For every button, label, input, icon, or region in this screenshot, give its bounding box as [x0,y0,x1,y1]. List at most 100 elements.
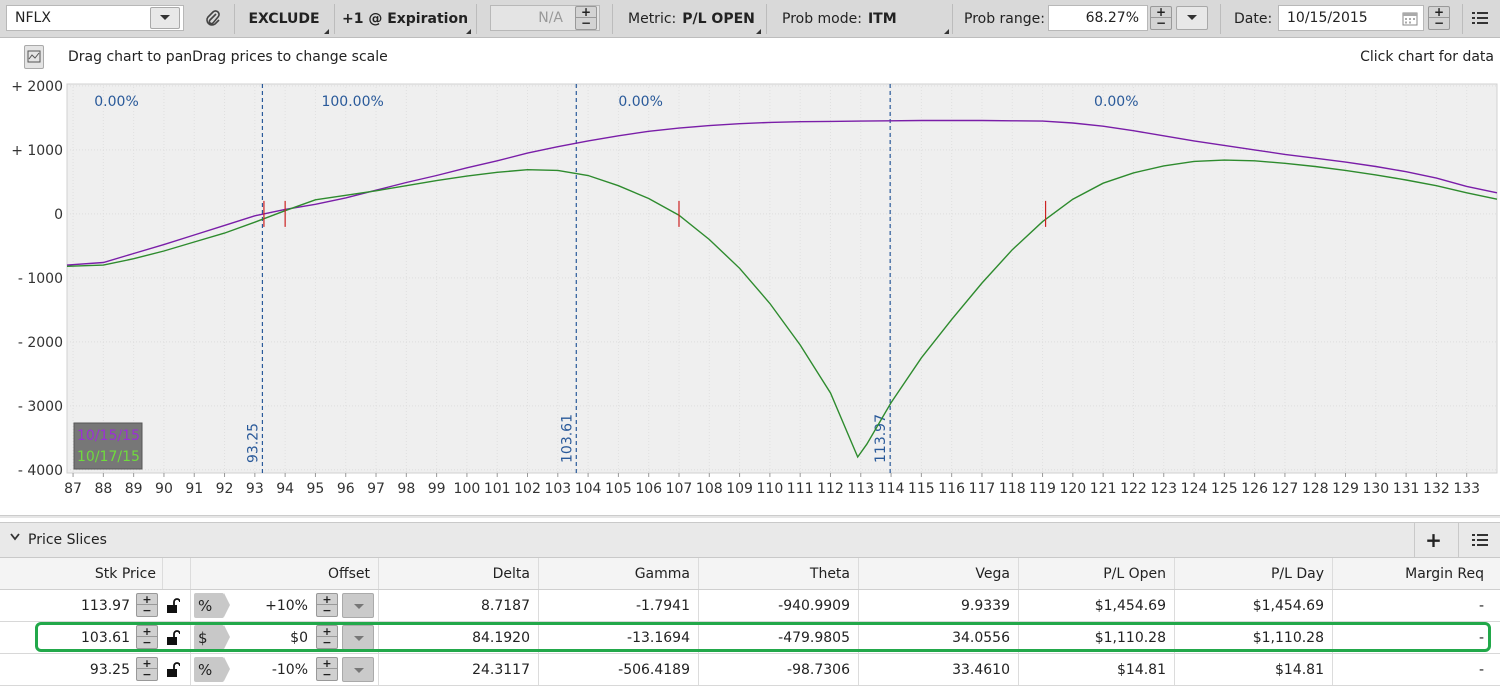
minus-icon[interactable]: − [137,637,157,648]
minus-icon[interactable]: − [317,605,337,616]
x-tick-label: 99 [428,481,446,497]
margin-req-cell: - [1478,597,1484,614]
minus-icon[interactable]: − [317,669,337,680]
symbol-dropdown-button[interactable] [150,7,180,29]
col-pl-day[interactable]: P/L Day [1174,558,1332,589]
metric-selector[interactable]: Metric: P/L OPEN [614,0,764,37]
delta-cell: 84.1920 [472,629,530,646]
stk-price-stepper[interactable]: + − [136,657,158,681]
theta-cell: -479.9805 [778,629,850,646]
slices-menu-button[interactable] [1458,523,1500,557]
x-tick-label: 130 [1362,481,1389,497]
table-row[interactable]: 93.25 + − % -10% + − 24.3117 -506.4189 -98… [0,654,1500,686]
collapse-chevron-icon[interactable] [10,533,20,544]
margin-req-cell: - [1478,629,1484,646]
minus-icon[interactable]: − [576,17,596,29]
chart-hint-right[interactable]: Click chart for data [1360,49,1494,65]
menu-icon [1471,534,1488,546]
chart-icon [27,50,41,63]
stk-price-cell[interactable]: 93.25 [0,654,138,685]
chart-divider[interactable] [0,515,1500,518]
offset-dropdown-button[interactable] [342,657,374,682]
legend-entry: 10/17/15 [77,449,140,465]
expiration-selector[interactable]: +1 @ Expiration [336,0,474,37]
offset-cell[interactable]: $0 [224,622,316,653]
minus-icon[interactable]: − [317,637,337,648]
plot-area[interactable] [66,83,1498,474]
pl-day-cell: $1,110.28 [1252,629,1324,646]
offset-type: % [198,660,213,679]
unlock-icon[interactable] [166,630,180,646]
minus-icon[interactable]: − [137,605,157,616]
price-slices-header[interactable]: Price Slices + [0,522,1500,558]
col-vega[interactable]: Vega [858,558,1018,589]
offset-stepper[interactable]: + − [316,625,338,649]
col-delta[interactable]: Delta [378,558,538,589]
x-tick-label: 133 [1453,481,1480,497]
x-tick-label: 123 [1150,481,1177,497]
offset-stepper[interactable]: + − [316,657,338,681]
x-tick-label: 120 [1059,481,1086,497]
col-stk-price[interactable]: Stk Price [0,558,164,589]
na-stepper[interactable]: + − [575,6,597,30]
x-tick-label: 121 [1090,481,1117,497]
offset-cell[interactable]: -10% [224,654,316,685]
prob-mode-selector[interactable]: Prob mode: ITM [768,0,952,37]
pl-open-cell: $1,454.69 [1094,597,1166,614]
offset-dropdown-button[interactable] [342,593,374,618]
offset-cell[interactable]: +10% [224,590,316,621]
col-gamma[interactable]: Gamma [538,558,698,589]
exclude-button[interactable]: EXCLUDE [236,0,332,37]
col-pl-open[interactable]: P/L Open [1018,558,1174,589]
pl-open-cell: $1,110.28 [1094,629,1166,646]
menu-icon[interactable] [1472,10,1488,26]
prob-range-input[interactable]: 68.27% [1048,5,1148,31]
theta-cell: -940.9909 [778,597,850,614]
x-tick-label: 113 [847,481,874,497]
minus-icon[interactable]: − [1429,17,1449,29]
delta-cell: 24.3117 [472,661,530,678]
date-stepper[interactable]: + − [1428,6,1450,30]
col-margin-req[interactable]: Margin Req [1332,558,1492,589]
col-offset[interactable]: Offset [190,558,378,589]
chart-type-button[interactable] [24,45,44,69]
x-tick-label: 132 [1423,481,1450,497]
unlock-icon[interactable] [166,598,180,614]
x-tick-label: 122 [1120,481,1147,497]
risk-profile-chart[interactable]: 0.00% 100.00% 0.00% 0.00% 93.25 103.61 113.97… [0,78,1500,514]
col-theta[interactable]: Theta [698,558,858,589]
stk-price-cell[interactable]: 103.61 [0,622,138,653]
offset-stepper[interactable]: + − [316,593,338,617]
offset-dropdown-button[interactable] [342,625,374,650]
offset-type-button[interactable]: % [194,593,230,618]
minus-icon[interactable]: − [137,669,157,680]
link-button[interactable] [196,0,230,37]
prob-range-dropdown-button[interactable] [1176,6,1208,30]
gamma-cell: -506.4189 [618,661,690,678]
probability-zone-label: 0.00% [1094,94,1138,110]
minus-icon[interactable]: − [1151,17,1171,29]
date-label: Date: [1234,10,1273,27]
vega-cell: 34.0556 [952,629,1010,646]
prob-mode-value: ITM [867,10,897,27]
table-row[interactable]: 103.61 + − $ $0 + − 84.1920 -13.1694 -479.… [0,622,1500,654]
prob-range-stepper[interactable]: + − [1150,6,1172,30]
table-row[interactable]: 113.97 + − % +10% + − 8.7187 -1.7941 -940.… [0,590,1500,622]
x-tick-label: 117 [969,481,996,497]
x-tick-label: 112 [817,481,844,497]
stk-price-cell[interactable]: 113.97 [0,590,138,621]
y-tick-label: + 1000 [11,143,63,159]
offset-type-button[interactable]: $ [194,625,230,650]
stk-price-stepper[interactable]: + − [136,625,158,649]
x-tick-label: 108 [696,481,723,497]
x-tick-label: 98 [397,481,415,497]
prob-mode-label: Prob mode: [782,10,862,27]
add-slice-button[interactable]: + [1414,523,1452,557]
unlock-icon[interactable] [166,662,180,678]
vega-cell: 33.4610 [952,661,1010,678]
stk-price-stepper[interactable]: + − [136,593,158,617]
calendar-icon[interactable] [1402,11,1418,26]
chevron-down-icon [1187,15,1197,20]
offset-type-button[interactable]: % [194,657,230,682]
x-axis-ticks: 87 88 89 90 91 92 93 94 95 96 97 98 99 100 101 102 103 10… [64,473,1480,497]
